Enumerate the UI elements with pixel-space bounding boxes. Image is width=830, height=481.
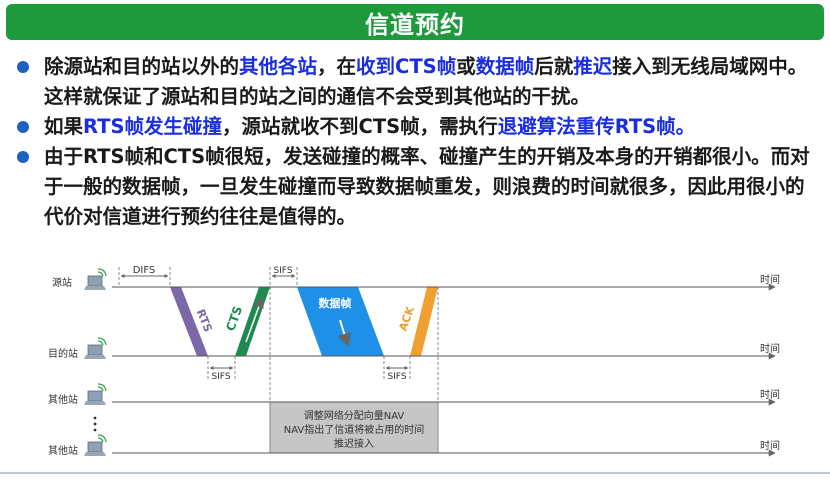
data-label: 数据帧 xyxy=(319,296,352,310)
text-run: ，在 xyxy=(317,55,357,78)
bullet-list: 除源站和目的站以外的其他各站，在收到CTS帧或数据帧后就推迟接入到无线局域网中。… xyxy=(14,52,822,232)
bullet-text: 除源站和目的站以外的其他各站，在收到CTS帧或数据帧后就推迟接入到无线局域网中。… xyxy=(44,55,807,108)
bullet-dot-icon xyxy=(17,151,29,163)
text-run: 由于RTS帧和CTS帧很短，发送碰撞的概率、碰撞产生的开销及本身的开销都很小。而… xyxy=(44,145,810,228)
ellipsis-dots xyxy=(93,416,97,432)
time-label: 时间 xyxy=(760,342,780,355)
highlight-text: RTS帧发生碰撞 xyxy=(83,115,223,138)
bullet-item: 除源站和目的站以外的其他各站，在收到CTS帧或数据帧后就推迟接入到无线局域网中。… xyxy=(14,52,822,112)
station-label: 其他站 xyxy=(48,444,78,457)
station-label: 其他站 xyxy=(48,393,78,406)
text-run: 或 xyxy=(456,55,476,78)
bullet-item: 由于RTS帧和CTS帧很短，发送碰撞的概率、碰撞产生的开销及本身的开销都很小。而… xyxy=(14,142,822,232)
timing-diagram: 调整网络分配向量NAV NAV指出了信道将被占用的时间 推迟接入 DIFS SI… xyxy=(48,265,780,457)
slide-title: 信道预约 xyxy=(365,10,465,39)
ack-frame xyxy=(410,287,438,356)
bullet-dot-icon xyxy=(17,61,29,73)
station-label: 目的站 xyxy=(48,347,78,360)
highlight-text: 退避算法重传RTS帧。 xyxy=(497,115,696,138)
nav-text: 推迟接入 xyxy=(334,437,374,450)
text-run: 后就 xyxy=(534,55,574,78)
highlight-text: 收到CTS帧 xyxy=(356,55,457,78)
time-label: 时间 xyxy=(760,273,780,286)
time-label: 时间 xyxy=(760,388,780,401)
bullet-dot-icon xyxy=(17,121,29,133)
nav-text: NAV指出了信道将被占用的时间 xyxy=(284,423,425,436)
ack-label: ACK xyxy=(396,304,417,332)
laptop-icon xyxy=(84,268,107,290)
text-run: 如果 xyxy=(44,115,84,138)
highlight-text: 其他各站 xyxy=(239,55,318,78)
cts-label: CTS xyxy=(223,304,245,333)
text-run: 除源站和目的站以外的 xyxy=(44,55,240,78)
station-label: 源站 xyxy=(52,276,72,289)
bottom-rule xyxy=(0,472,830,474)
nav-text: 调整网络分配向量NAV xyxy=(304,409,405,422)
highlight-text: 推迟 xyxy=(573,55,613,78)
time-label: 时间 xyxy=(760,439,780,452)
sifs-label: SIFS xyxy=(387,372,406,382)
bullet-item: 如果RTS帧发生碰撞，源站就收不到CTS帧，需执行退避算法重传RTS帧。 xyxy=(14,112,822,142)
laptop-icon xyxy=(84,383,107,405)
title-bar: 信道预约 xyxy=(6,4,824,40)
laptop-icon xyxy=(84,337,107,359)
text-run: ，源站就收不到CTS帧，需执行 xyxy=(222,115,498,138)
sifs-label: SIFS xyxy=(211,372,230,382)
difs-label: DIFS xyxy=(133,265,156,276)
bullet-text: 如果RTS帧发生碰撞，源站就收不到CTS帧，需执行退避算法重传RTS帧。 xyxy=(44,115,695,138)
sifs-label: SIFS xyxy=(273,266,292,276)
bullet-text: 由于RTS帧和CTS帧很短，发送碰撞的概率、碰撞产生的开销及本身的开销都很小。而… xyxy=(44,145,810,228)
laptop-icon xyxy=(84,434,107,456)
highlight-text: 数据帧 xyxy=(475,55,535,78)
